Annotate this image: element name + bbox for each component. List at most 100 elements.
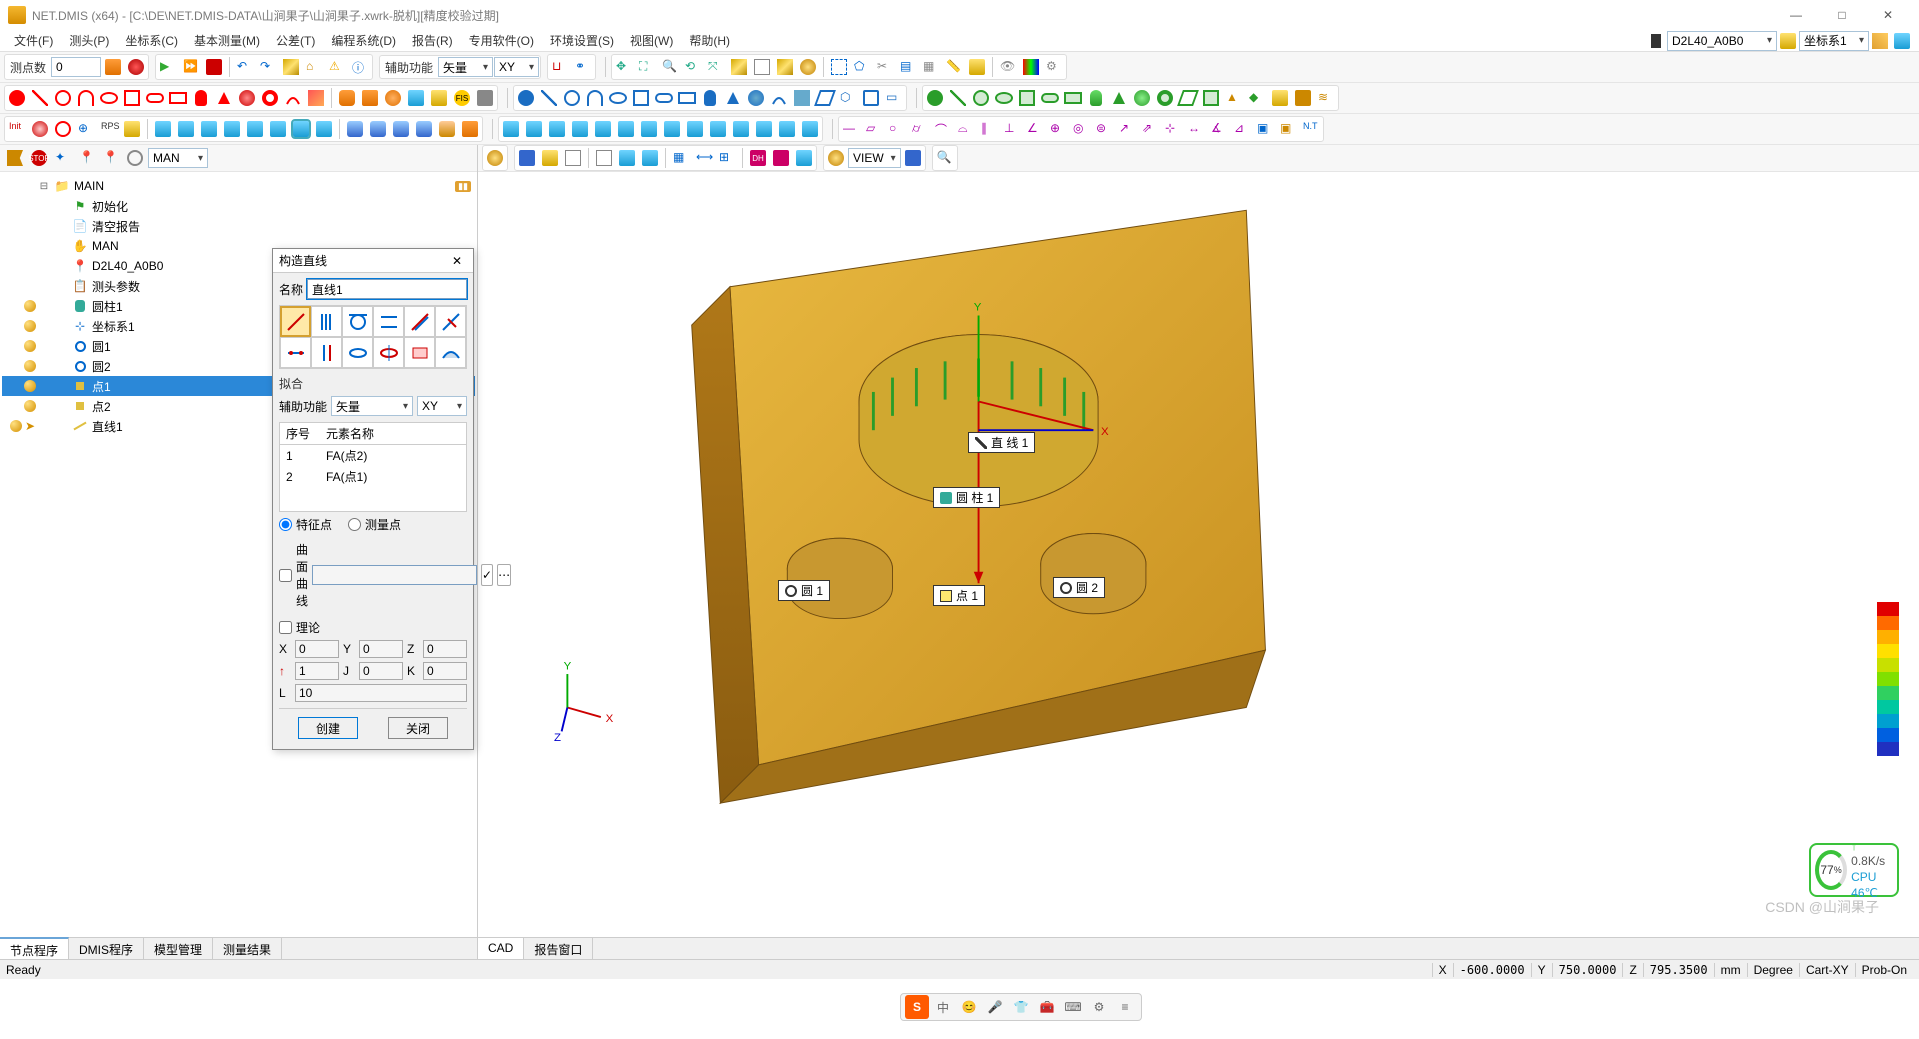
bulb-icon[interactable] bbox=[24, 340, 36, 352]
tree-root[interactable]: ⊟ 📁 MAIN ▮▮ bbox=[2, 176, 475, 196]
r3b-13-icon[interactable] bbox=[776, 118, 798, 140]
cs-select[interactable]: 坐标系1 bbox=[1799, 31, 1869, 51]
r3-align4-icon[interactable] bbox=[221, 118, 243, 140]
warning-icon[interactable]: ⚠ bbox=[326, 56, 348, 78]
gfeat-cone-icon[interactable] bbox=[1108, 87, 1130, 109]
tol-angularity-icon[interactable]: ∠ bbox=[1024, 118, 1046, 140]
bulb-icon[interactable] bbox=[24, 320, 36, 332]
feat-cone-icon[interactable] bbox=[213, 87, 235, 109]
feat-curve-icon[interactable] bbox=[282, 87, 304, 109]
feat-surface-icon[interactable] bbox=[305, 87, 327, 109]
vp-dh3-icon[interactable] bbox=[793, 147, 815, 169]
gfeat-ellipse-icon[interactable] bbox=[993, 87, 1015, 109]
tree-flag-icon[interactable] bbox=[4, 147, 26, 169]
method-between[interactable] bbox=[373, 306, 404, 337]
gfeat-e7-icon[interactable]: ≋ bbox=[1315, 87, 1337, 109]
vp-snap-icon[interactable]: ⊞ bbox=[716, 147, 738, 169]
check-surface-curve[interactable]: 曲面曲线 bbox=[279, 541, 308, 609]
dialog-close-icon[interactable]: ✕ bbox=[447, 254, 467, 268]
tol-flatness-icon[interactable]: ▱ bbox=[863, 118, 885, 140]
feat-circle-icon[interactable] bbox=[52, 87, 74, 109]
r3-cs-icon[interactable] bbox=[121, 118, 143, 140]
r3-db3-icon[interactable] bbox=[390, 118, 412, 140]
bulb-icon[interactable] bbox=[24, 360, 36, 372]
viewport-label-point1[interactable]: 点 1 bbox=[933, 585, 985, 606]
ime-keyboard-icon[interactable]: ⌨ bbox=[1061, 995, 1085, 1019]
feat-point-icon[interactable] bbox=[6, 87, 28, 109]
measure-icon[interactable]: 📏 bbox=[943, 56, 965, 78]
r3-sphere-icon[interactable] bbox=[29, 118, 51, 140]
probe-select[interactable]: D2L40_A0B0 bbox=[1667, 31, 1777, 51]
cfeat-e2-icon[interactable]: ⬡ bbox=[837, 87, 859, 109]
gfeat-torus-icon[interactable] bbox=[1154, 87, 1176, 109]
points-adjust-icon[interactable] bbox=[102, 56, 124, 78]
feat-3d-cone-icon[interactable] bbox=[359, 87, 381, 109]
close-button[interactable]: ✕ bbox=[1865, 0, 1911, 30]
status-angle[interactable]: Degree bbox=[1747, 963, 1799, 977]
viewport-label-circle1[interactable]: 圆 1 bbox=[778, 580, 830, 601]
tol-totalrunout-icon[interactable]: ⇗ bbox=[1139, 118, 1161, 140]
r3b-14-icon[interactable] bbox=[799, 118, 821, 140]
cs-icon[interactable] bbox=[1777, 30, 1799, 52]
cfeat-slot-icon[interactable] bbox=[653, 87, 675, 109]
r3-align8-icon[interactable] bbox=[313, 118, 335, 140]
tol-e2-icon[interactable]: ▣ bbox=[1254, 118, 1276, 140]
gfeat-e5-icon[interactable] bbox=[1269, 87, 1291, 109]
cfeat-line-icon[interactable] bbox=[538, 87, 560, 109]
menu-tolerance[interactable]: 公差(T) bbox=[268, 29, 323, 52]
grid-icon[interactable]: ▦ bbox=[920, 56, 942, 78]
ime-toolbar[interactable]: S 中 😊 🎤 👕 🧰 ⌨ ⚙ ≡ bbox=[900, 993, 1142, 1021]
tol-distance-icon[interactable]: ↔ bbox=[1185, 118, 1207, 140]
tree-stop-icon[interactable]: STOP bbox=[28, 147, 50, 169]
ime-skin-icon[interactable]: 👕 bbox=[1009, 995, 1033, 1019]
tree-item-1[interactable]: 📄清空报告 bbox=[2, 216, 475, 236]
coord-x[interactable] bbox=[295, 640, 339, 658]
vp-import-icon[interactable] bbox=[616, 147, 638, 169]
tol-straightness-icon[interactable]: — bbox=[840, 118, 862, 140]
method-tangent[interactable] bbox=[342, 306, 373, 337]
cfeat-e3-icon[interactable] bbox=[860, 87, 882, 109]
feat-extra1-icon[interactable] bbox=[405, 87, 427, 109]
method-bestfit[interactable] bbox=[280, 306, 311, 337]
tab-cad[interactable]: CAD bbox=[478, 938, 524, 959]
method-9[interactable] bbox=[342, 337, 373, 368]
tol-position-icon[interactable]: ⊕ bbox=[1047, 118, 1069, 140]
method-offset[interactable] bbox=[404, 306, 435, 337]
r3-db4-icon[interactable] bbox=[413, 118, 435, 140]
cfeat-e1-icon[interactable] bbox=[814, 87, 836, 109]
link-icon[interactable]: ⚭ bbox=[572, 56, 594, 78]
menu-help[interactable]: 帮助(H) bbox=[681, 29, 738, 52]
cube-icon[interactable] bbox=[280, 56, 302, 78]
feat-extra3-icon[interactable] bbox=[474, 87, 496, 109]
coord-y[interactable] bbox=[359, 640, 403, 658]
gfeat-e4-icon[interactable]: ◆ bbox=[1246, 87, 1268, 109]
table-row[interactable]: 1FA(点2) bbox=[280, 445, 466, 467]
r3-align3-icon[interactable] bbox=[198, 118, 220, 140]
r3-align1-icon[interactable] bbox=[152, 118, 174, 140]
layer-icon[interactable]: ▤ bbox=[897, 56, 919, 78]
feat-line-icon[interactable] bbox=[29, 87, 51, 109]
feat-slot-icon[interactable] bbox=[144, 87, 166, 109]
feat-fis-icon[interactable]: FIS bbox=[451, 87, 473, 109]
cube-view-icon[interactable] bbox=[728, 56, 750, 78]
cfeat-sphere-icon[interactable] bbox=[745, 87, 767, 109]
gfeat-sphere-icon[interactable] bbox=[1131, 87, 1153, 109]
viewport-label-circle2[interactable]: 圆 2 bbox=[1053, 577, 1105, 598]
r3b-5-icon[interactable] bbox=[592, 118, 614, 140]
rotate-icon[interactable]: ⟲ bbox=[682, 56, 704, 78]
magnet-icon[interactable]: ⊔ bbox=[549, 56, 571, 78]
radio-feature-point[interactable]: 特征点 bbox=[279, 516, 332, 533]
cfeat-rect-icon[interactable] bbox=[676, 87, 698, 109]
tree-pin1-icon[interactable]: 📍 bbox=[76, 147, 98, 169]
r3b-2-icon[interactable] bbox=[523, 118, 545, 140]
coord-j[interactable] bbox=[359, 662, 403, 680]
select-rect-icon[interactable] bbox=[828, 56, 850, 78]
r3-db2-icon[interactable] bbox=[367, 118, 389, 140]
vp-open-icon[interactable] bbox=[539, 147, 561, 169]
r3-ring-icon[interactable] bbox=[52, 118, 74, 140]
check-theory[interactable]: 理论 bbox=[279, 619, 467, 636]
info-icon[interactable]: ⓘ bbox=[349, 56, 371, 78]
tol-parallelism-icon[interactable]: ∥ bbox=[978, 118, 1000, 140]
points-target-icon[interactable] bbox=[125, 56, 147, 78]
feat-sphere-icon[interactable] bbox=[236, 87, 258, 109]
